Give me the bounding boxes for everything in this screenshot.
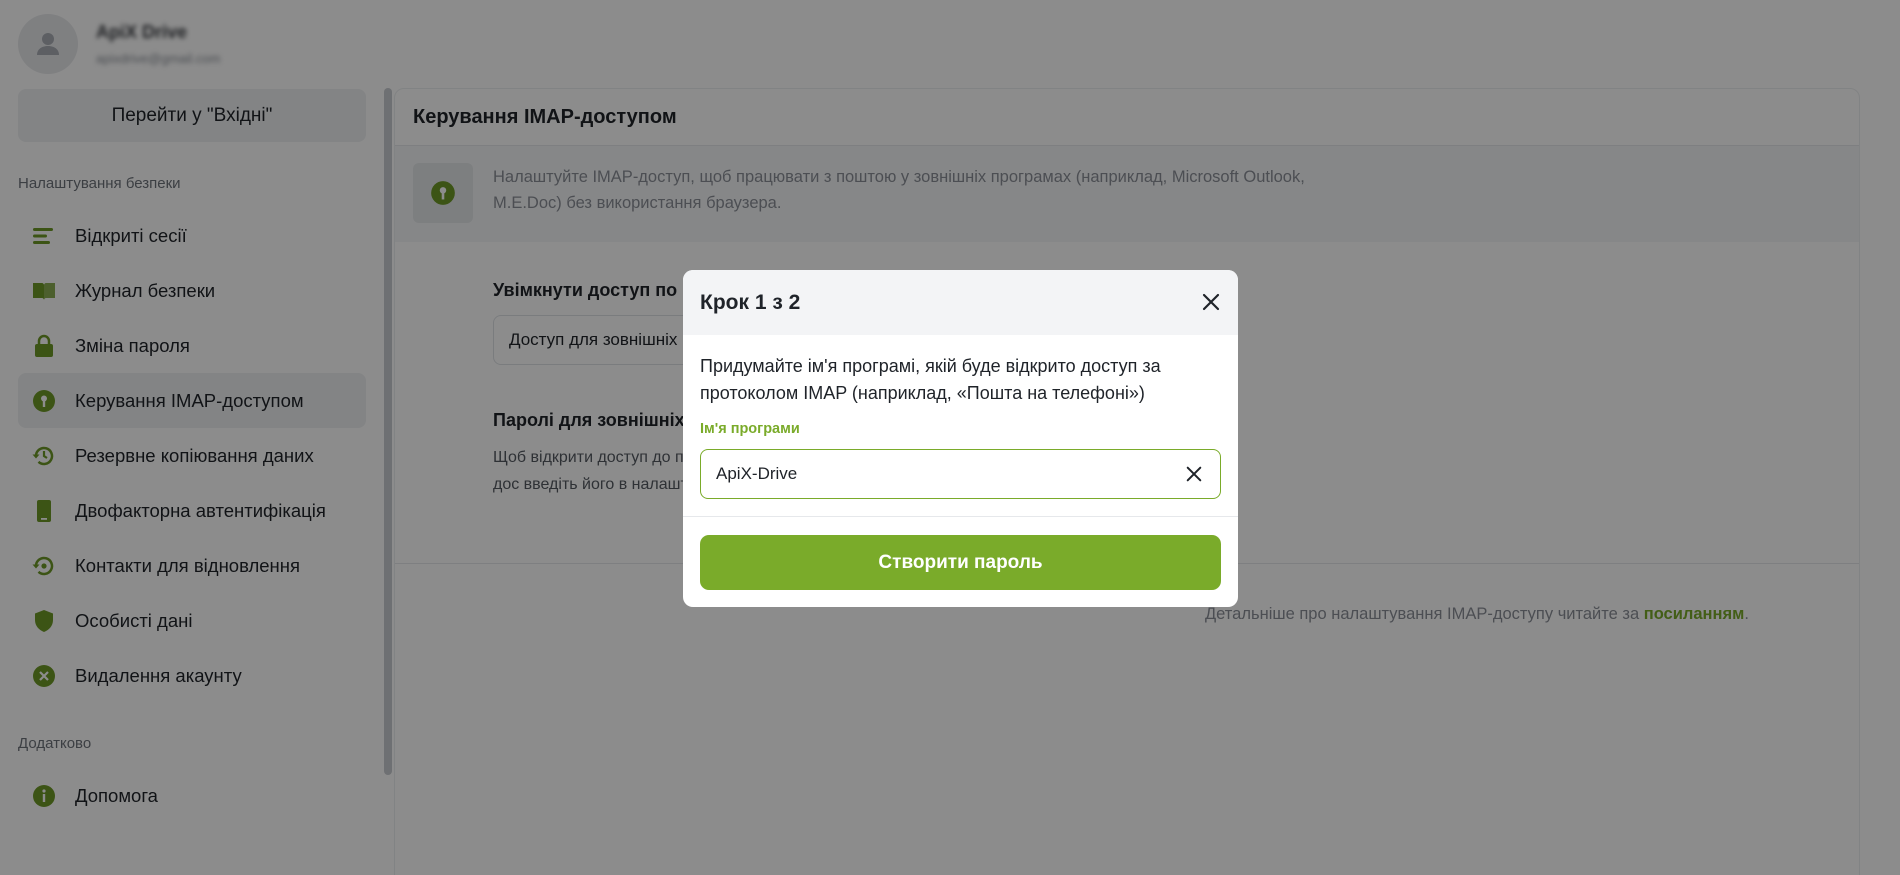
app-name-input[interactable] [716, 464, 1156, 484]
close-icon [1202, 293, 1220, 311]
create-app-password-dialog: Крок 1 з 2 Придумайте ім'я програмі, які… [683, 270, 1238, 607]
divider [683, 516, 1238, 517]
dialog-description: Придумайте ім'я програмі, якій буде відк… [700, 356, 1161, 403]
create-password-button[interactable]: Створити пароль [700, 535, 1221, 590]
close-icon [1186, 466, 1202, 482]
dialog-title: Крок 1 з 2 [700, 290, 801, 314]
app-name-label: Ім'я програми [700, 421, 800, 437]
close-button[interactable] [1198, 289, 1224, 315]
dialog-header: Крок 1 з 2 [683, 270, 1238, 335]
app-name-field[interactable] [700, 449, 1221, 499]
clear-input-button[interactable] [1182, 462, 1206, 486]
